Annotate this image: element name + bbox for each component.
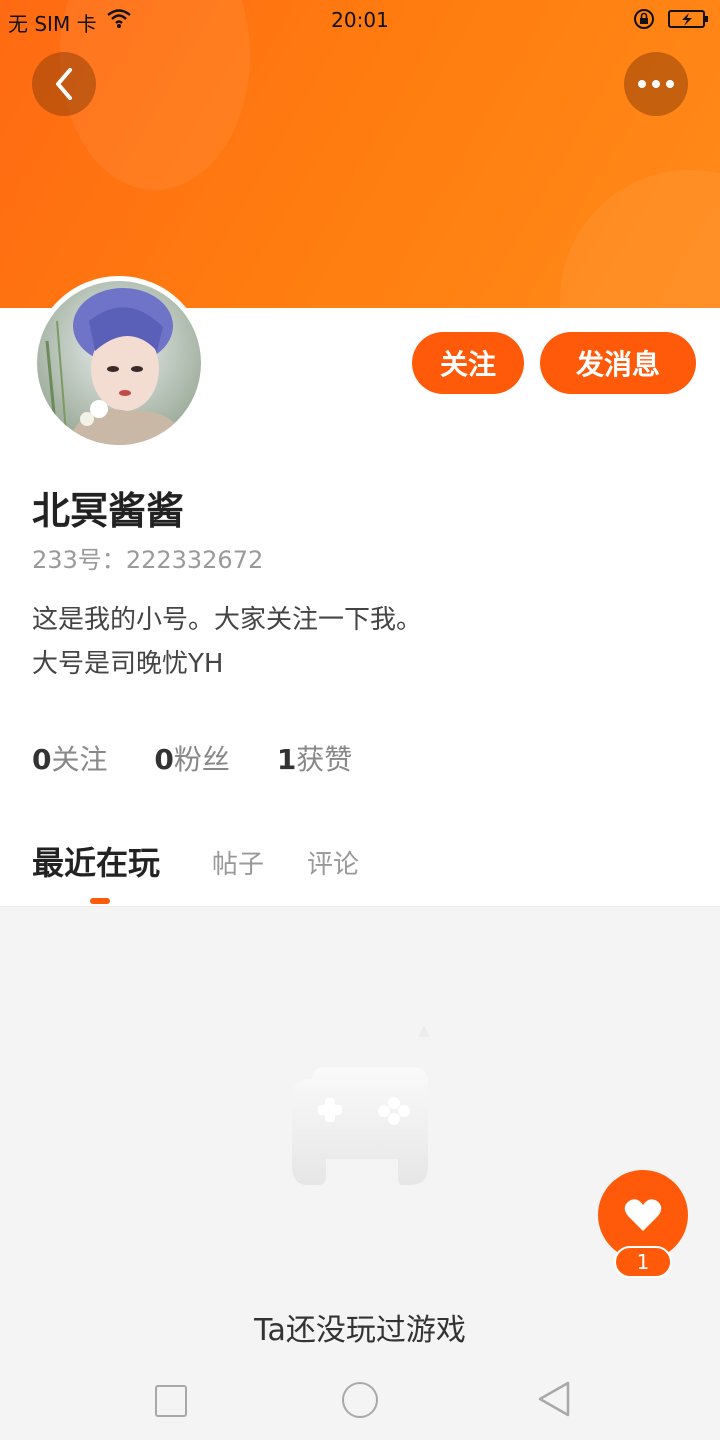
profile-header-banner [0,0,720,308]
send-message-button[interactable]: 发消息 [540,332,696,394]
gamepad-icon [292,1025,430,1185]
back-button[interactable] [32,52,96,116]
bio-line: 这是我的小号。大家关注一下我。 [32,605,423,635]
tab-recently-played[interactable]: 最近在玩 [32,838,160,884]
profile-id-label: 233号： [32,546,126,574]
rotation-lock-icon [633,8,657,35]
tab-comments[interactable]: 评论 [307,844,359,881]
chevron-left-icon [56,68,72,100]
empty-state-text: Ta还没玩过游戏 [254,1313,466,1348]
more-dots-icon [638,80,674,88]
tab-posts[interactable]: 帖子 [212,844,264,881]
profile-id: 233号：222332672 [32,540,263,575]
tab-content-area: Ta还没玩过游戏 [0,906,720,1361]
follow-button[interactable]: 关注 [412,332,524,394]
recent-apps-button[interactable] [155,1385,187,1417]
active-tab-indicator [90,898,110,904]
profile-name: 北冥酱酱 [32,489,185,533]
clock-time: 20:01 [331,8,389,32]
more-options-button[interactable] [624,52,688,116]
stat-following[interactable]: 0关注 [32,738,108,778]
system-nav-bar [0,1360,720,1440]
heart-icon [624,1199,662,1231]
stat-likes[interactable]: 1获赞 [277,738,353,778]
profile-id-value: 222332672 [125,546,264,574]
home-button[interactable] [342,1382,378,1418]
stat-fans[interactable]: 0粉丝 [154,738,230,778]
battery-icon [668,8,710,35]
profile-bio: 这是我的小号。大家关注一下我。 大号是司晚忧YH [32,598,422,686]
like-count-badge: 1 [614,1246,672,1278]
bio-line: 大号是司晚忧YH [32,649,224,679]
profile-stats: 0关注 0粉丝 1获赞 [32,738,390,778]
status-bar: 无 SIM 卡 20:01 [0,0,720,40]
avatar-image [37,281,201,445]
avatar[interactable] [32,276,206,450]
system-back-button[interactable] [536,1380,572,1418]
